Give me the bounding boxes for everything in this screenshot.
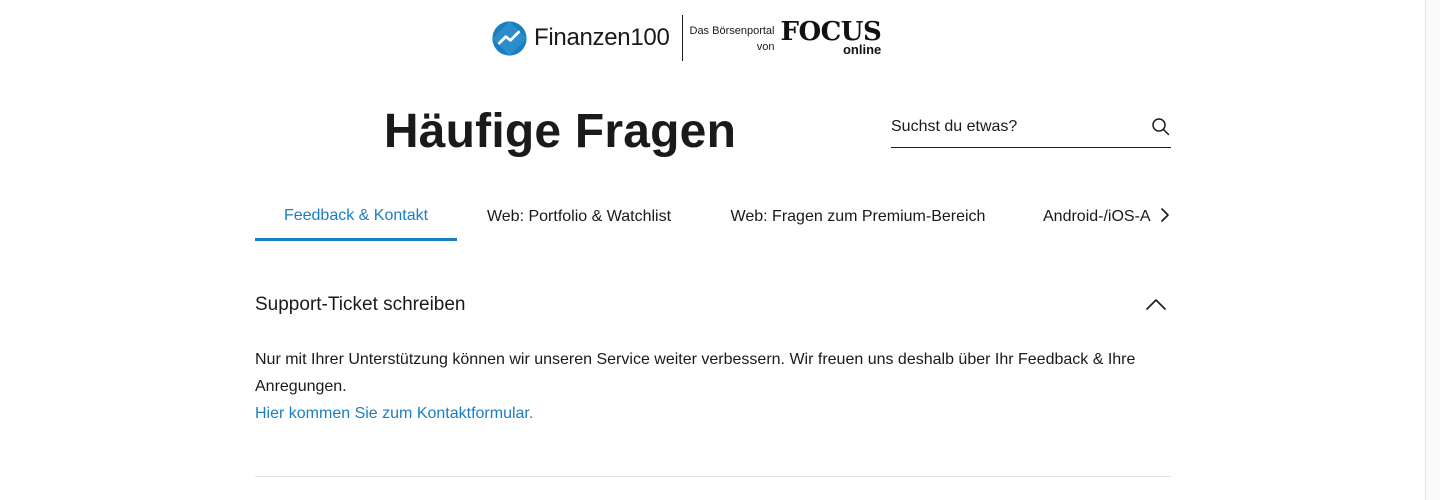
finanzen100-logo[interactable]: Finanzen100 Das Börsenportal von FOCUS o… (491, 14, 882, 62)
logo-divider (681, 15, 683, 61)
finanzen100-logo-icon (492, 20, 527, 56)
tagline-line2: von (756, 41, 775, 53)
accordion-divider (255, 476, 1171, 477)
accordion-body-text: Nur mit Ihrer Unterstützung können wir u… (255, 351, 1136, 395)
focus-subline: online (842, 42, 882, 57)
focus-online-logo: FOCUS online (780, 17, 882, 57)
accordion-header[interactable]: Support-Ticket schreiben (255, 282, 1171, 328)
search-icon[interactable] (1151, 117, 1171, 137)
accordion-title: Support-Ticket schreiben (255, 294, 466, 315)
logo-brand: Finanzen100 (534, 24, 670, 52)
faq-category-tabs: Feedback & Kontakt Web: Portfolio & Watc… (255, 193, 1171, 241)
tab-web-premium-bereich[interactable]: Web: Fragen zum Premium-Bereich (729, 193, 987, 241)
tab-android-ios-app[interactable]: Android-/iOS-A (1043, 193, 1155, 241)
focus-wordmark: FOCUS (780, 17, 882, 47)
search-input[interactable] (891, 115, 1141, 139)
faq-accordion-item: Support-Ticket schreiben Nur mit Ihrer U… (255, 282, 1171, 427)
logo-brand-light: Finanzen (534, 24, 631, 51)
tab-feedback-kontakt[interactable]: Feedback & Kontakt (255, 193, 457, 241)
site-header: Finanzen100 Das Börsenportal von FOCUS o… (0, 0, 1425, 70)
search-box (891, 109, 1171, 148)
chevron-right-icon[interactable] (1158, 207, 1172, 223)
page-scrollbar[interactable] (1425, 0, 1440, 500)
logo-brand-number: 100 (630, 24, 670, 51)
tagline-line1: Das Börsenportal (689, 25, 775, 37)
logo-tagline: Das Börsenportal von (690, 23, 775, 55)
chevron-up-icon[interactable] (1145, 297, 1167, 311)
contact-form-link[interactable]: Hier kommen Sie zum Kontaktformular. (255, 401, 533, 427)
tab-web-portfolio-watchlist[interactable]: Web: Portfolio & Watchlist (485, 193, 673, 241)
page-title: Häufige Fragen (383, 105, 737, 158)
accordion-content: Nur mit Ihrer Unterstützung können wir u… (255, 328, 1165, 427)
